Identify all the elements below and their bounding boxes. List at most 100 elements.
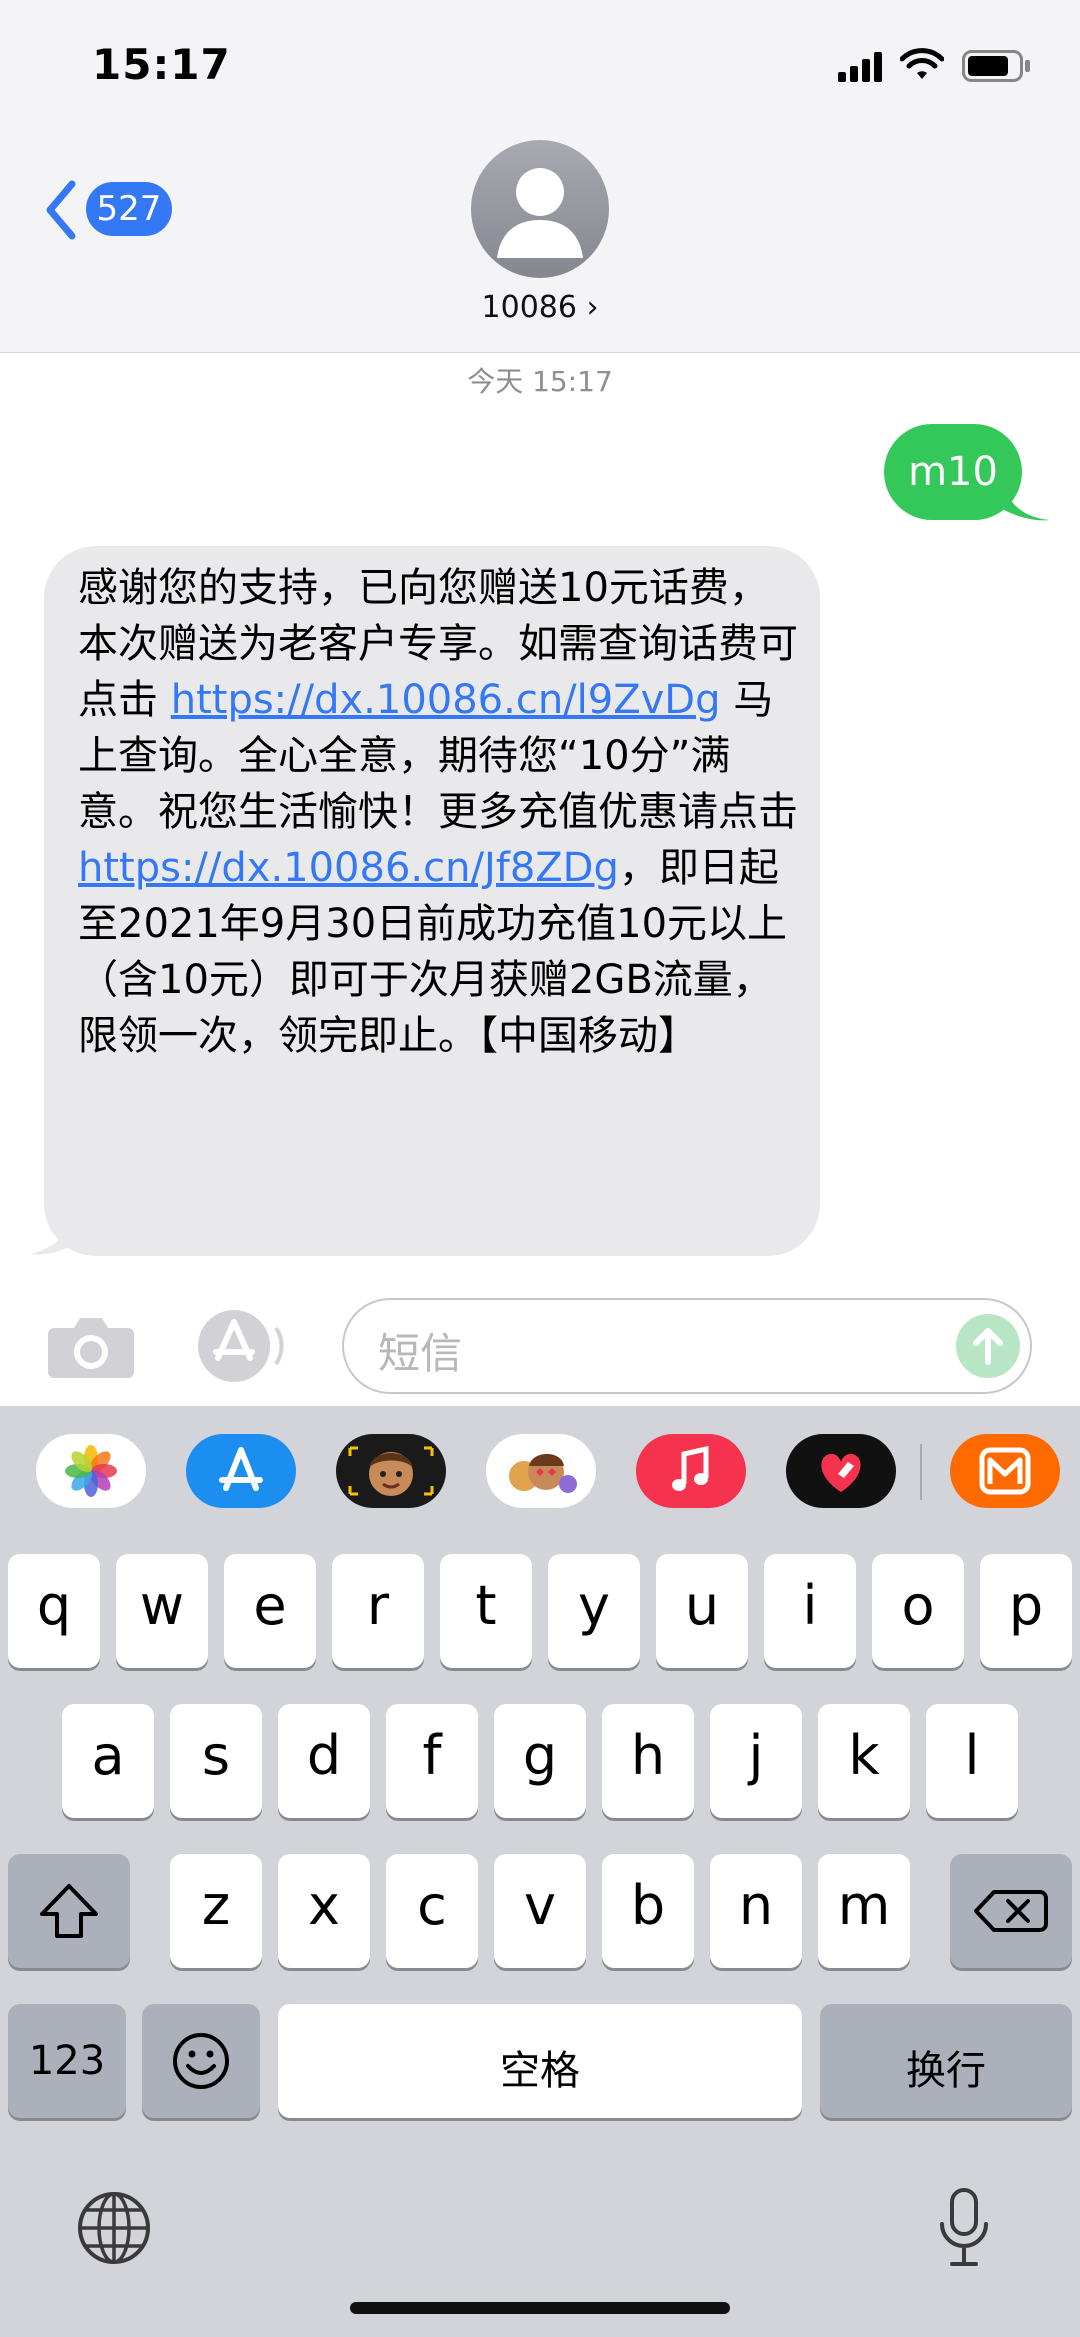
key-o[interactable]: o [872,1554,964,1668]
key-label: t [475,1574,497,1637]
delete-key[interactable] [950,1854,1072,1968]
shift-icon [40,1884,98,1938]
key-label: g [522,1724,558,1787]
home-indicator[interactable] [350,2302,730,2314]
keyboard: q w e r t y u i o p a s d f g h j k l z … [0,1406,1080,2337]
key-q[interactable]: q [8,1554,100,1668]
camera-button[interactable] [46,1310,136,1380]
query-bill-link[interactable]: https://dx.10086.cn/l9ZvDg [171,677,721,723]
status-time: 15:17 [92,40,231,89]
mango-tv-icon[interactable] [950,1434,1060,1508]
key-label: x [308,1874,340,1937]
numbers-key[interactable]: 123 [8,2004,126,2118]
key-label: c [417,1874,447,1937]
key-label: u [684,1574,720,1637]
sent-bubble-tail [1004,486,1050,521]
key-label: m [837,1874,891,1937]
key-k[interactable]: k [818,1704,910,1818]
chevron-left-icon [46,180,76,240]
key-t[interactable]: t [440,1554,532,1668]
battery-icon [962,50,1030,82]
contact-name[interactable]: 10086 › [0,290,1080,325]
back-button[interactable]: 527 [42,178,182,242]
key-x[interactable]: x [278,1854,370,1968]
arrow-up-icon [973,1328,1003,1365]
camera-icon [48,1318,134,1378]
received-message-text: 感谢您的支持，已向您赠送10元话费，本次赠送为老客户专享。如需查询话费可点击 h… [78,560,798,1064]
key-r[interactable]: r [332,1554,424,1668]
person-icon [497,168,583,258]
key-label: w [139,1574,185,1637]
app-store-icon[interactable] [186,1434,296,1508]
key-n[interactable]: n [710,1854,802,1968]
key-label: 空格 [500,2048,580,2094]
return-key[interactable]: 换行 [820,2004,1072,2118]
imessage-app-strip [0,1406,1080,1522]
microphone-icon[interactable] [934,2186,994,2270]
app-store-icon [198,1310,284,1382]
key-y[interactable]: y [548,1554,640,1668]
delete-icon [974,1890,1048,1932]
key-label: b [630,1874,666,1937]
key-label: 123 [28,2038,106,2084]
key-g[interactable]: g [494,1704,586,1818]
conversation-header: 15:17 527 10086 › [0,0,1080,353]
key-f[interactable]: f [386,1704,478,1818]
message-input[interactable]: 短信 [342,1298,1032,1394]
key-s[interactable]: s [170,1704,262,1818]
key-b[interactable]: b [602,1854,694,1968]
wifi-icon [900,48,944,79]
message-timestamp: 今天 15:17 [467,365,613,398]
key-label: p [1008,1574,1044,1637]
key-a[interactable]: a [62,1704,154,1818]
animoji-stickers-icon[interactable] [486,1434,596,1508]
key-label: k [848,1724,880,1787]
key-label: i [802,1574,818,1637]
sent-message-bubble[interactable]: m10 [884,424,1022,520]
globe-icon[interactable] [74,2188,154,2268]
digital-touch-icon[interactable] [786,1434,896,1508]
key-label: y [578,1574,610,1637]
contact-avatar[interactable] [471,140,609,278]
key-e[interactable]: e [224,1554,316,1668]
unread-count-badge: 527 [86,182,172,236]
key-h[interactable]: h [602,1704,694,1818]
emoji-key[interactable] [142,2004,260,2118]
key-label: d [306,1724,342,1787]
key-i[interactable]: i [764,1554,856,1668]
key-label: o [901,1574,935,1637]
key-label: q [36,1574,72,1637]
photos-app-icon[interactable] [36,1434,146,1508]
space-key[interactable]: 空格 [278,2004,802,2118]
message-input-placeholder: 短信 [378,1329,463,1378]
key-u[interactable]: u [656,1554,748,1668]
music-app-icon[interactable] [636,1434,746,1508]
recharge-offer-link[interactable]: https://dx.10086.cn/Jf8ZDg [78,845,619,891]
key-label: n [738,1874,774,1937]
key-label: s [201,1724,231,1787]
cellular-signal-icon [838,52,882,82]
key-label: z [201,1874,231,1937]
shift-key[interactable] [8,1854,130,1968]
key-label: v [524,1874,556,1937]
key-label: 换行 [906,2048,986,2094]
emoji-icon [173,2033,229,2089]
key-d[interactable]: d [278,1704,370,1818]
key-v[interactable]: v [494,1854,586,1968]
send-button[interactable] [956,1314,1020,1378]
key-label: f [422,1724,442,1787]
key-label: a [91,1724,125,1787]
key-m[interactable]: m [818,1854,910,1968]
key-c[interactable]: c [386,1854,478,1968]
key-label: h [630,1724,666,1787]
key-z[interactable]: z [170,1854,262,1968]
key-l[interactable]: l [926,1704,1018,1818]
key-p[interactable]: p [980,1554,1072,1668]
key-j[interactable]: j [710,1704,802,1818]
app-store-button[interactable] [194,1306,290,1386]
key-label: r [366,1574,390,1637]
memoji-icon[interactable] [336,1434,446,1508]
app-strip-divider [920,1444,922,1500]
key-label: l [964,1724,980,1787]
key-w[interactable]: w [116,1554,208,1668]
